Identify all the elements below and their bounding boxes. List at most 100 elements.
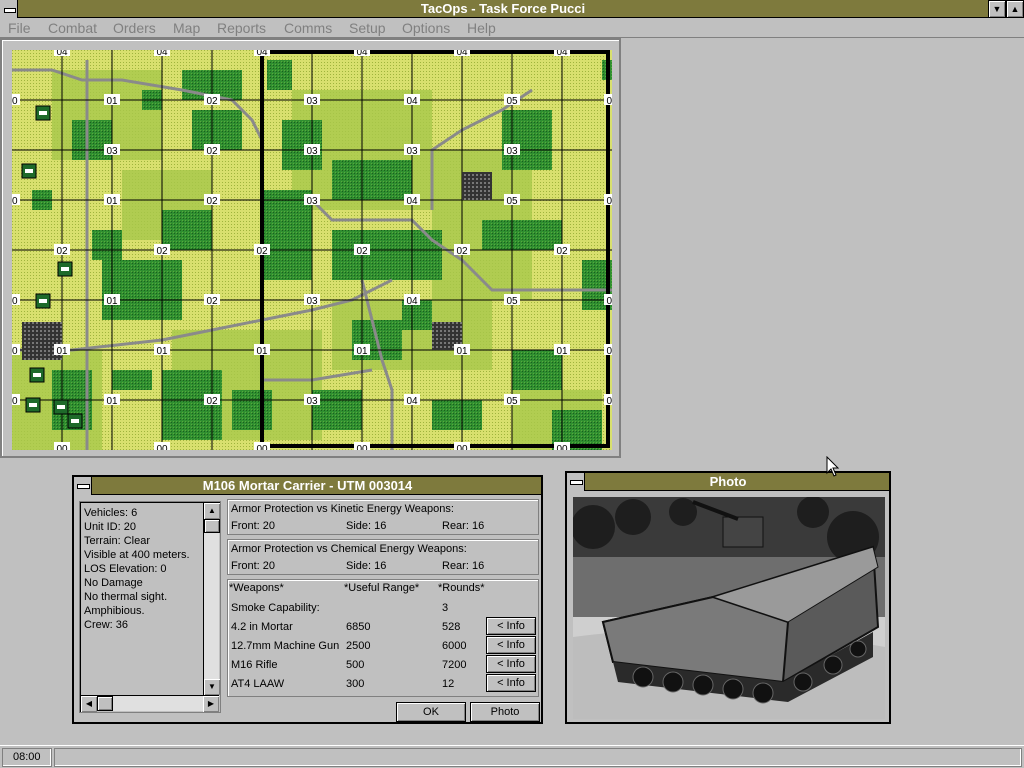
maximize-button[interactable]: ▲ [1006,0,1024,18]
weapon-range: 500 [346,659,365,671]
smoke-rounds: 3 [442,602,449,614]
menu-help[interactable]: Help [467,20,496,36]
game-clock: 08:00 [2,748,52,767]
mouse-cursor-icon [826,456,840,477]
scroll-left-icon[interactable]: ◀ [81,696,97,712]
grid-label: 02 [206,146,218,157]
status-bar: 08:00 [0,745,1024,768]
grid-label-left: 00 [12,396,18,407]
menu-reports[interactable]: Reports [217,20,266,36]
info-line: No Damage [84,577,143,589]
grid-label-left: 00 [12,196,18,207]
grid-label: 04 [406,196,418,207]
window-system-button[interactable] [567,473,585,491]
scroll-right-icon[interactable]: ▶ [203,696,219,712]
grid-label: 04 [406,96,418,107]
grid-label: 02 [206,396,218,407]
grid-label: 03 [406,146,418,157]
scroll-up-icon[interactable]: ▲ [204,503,220,519]
town-1 [462,172,492,200]
weapon-name: 4.2 in Mortar [231,621,293,633]
unit-info-list[interactable]: Vehicles: 6 Unit ID: 20 Terrain: Clear V… [79,501,221,713]
grid-label: 02 [206,96,218,107]
grid-label: 03 [306,146,318,157]
minimize-button[interactable]: ▼ [988,0,1006,18]
kinetic-heading: Armor Protection vs Kinetic Energy Weapo… [231,503,454,515]
menu-orders[interactable]: Orders [113,20,156,36]
info-button-mortar[interactable]: < Info [486,617,536,635]
grid-label-top: 04 [156,50,168,58]
scroll-down-icon[interactable]: ▼ [204,679,220,695]
window-system-button[interactable] [74,477,92,495]
weapon-range: 2500 [346,640,371,652]
grid-label: 03 [306,196,318,207]
weapon-rounds: 528 [442,621,461,633]
hscroll-thumb[interactable] [97,696,113,711]
grid-label: 02 [206,296,218,307]
grid-label: 05 [506,96,518,107]
grid-label: 01 [106,296,118,307]
vertical-scrollbar[interactable]: ▲ ▼ [203,503,220,695]
weapon-range: 6850 [346,621,371,633]
weapon-name: M16 Rifle [231,659,278,671]
horizontal-scrollbar[interactable]: ◀ ▶ [81,695,219,712]
ok-button[interactable]: OK [396,702,466,722]
grid-label-left: 00 [12,96,18,107]
info-line: Vehicles: 6 [84,507,138,519]
grid-label-bottom: 00 [356,444,368,450]
menu-comms[interactable]: Comms [284,20,332,36]
menu-setup[interactable]: Setup [349,20,386,36]
grid-label: 01 [556,346,568,357]
tactical-map[interactable]: 04 04 04 04 04 04 00 00 00 00 00 00 00 00 00 00 00 06 06 06… [12,50,612,450]
grid-label: 05 [506,396,518,407]
app-title: TacOps - Task Force Pucci [420,1,586,16]
kinetic-armor-group: Armor Protection vs Kinetic Energy Weapo… [227,499,539,535]
info-line: Terrain: Clear [84,535,151,547]
menu-combat[interactable]: Combat [48,20,97,36]
grid-label-left: 00 [12,346,18,357]
info-button-laaw[interactable]: < Info [486,674,536,692]
menu-options[interactable]: Options [402,20,450,36]
grid-label: 02 [356,246,368,257]
menu-map[interactable]: Map [173,20,200,36]
grid-label: 04 [406,296,418,307]
grid-label: 01 [56,346,68,357]
weapon-rounds: 12 [442,678,455,690]
scroll-thumb[interactable] [204,519,220,533]
grid-label-top: 04 [556,50,568,58]
grid-label-bottom: 00 [256,444,268,450]
grid-label: 01 [356,346,368,357]
grid-label: 05 [506,296,518,307]
grid-label-bottom: 00 [56,444,68,450]
grid-label: 02 [56,246,68,257]
info-button-rifle[interactable]: < Info [486,655,536,673]
grid-label: 03 [106,146,118,157]
grid-label: 01 [106,196,118,207]
chemical-armor-group: Armor Protection vs Chemical Energy Weap… [227,539,539,575]
map-window: 04 04 04 04 04 04 00 00 00 00 00 00 00 00 00 00 00 06 06 06… [0,38,621,458]
grid-label-top: 04 [56,50,68,58]
info-line: No thermal sight. [84,591,168,603]
weapons-group: *Weapons* *Useful Range* *Rounds* Smoke … [227,579,539,697]
weapon-rounds: 7200 [442,659,467,671]
info-button-machine-gun[interactable]: < Info [486,636,536,654]
weapon-rounds: 6000 [442,640,467,652]
grid-label-bottom: 00 [456,444,468,450]
grid-label-right: 06 [606,96,612,107]
app-title-bar: TacOps - Task Force Pucci ▼ ▲ [0,0,1024,18]
info-line: Crew: 36 [84,619,129,631]
chemical-heading: Armor Protection vs Chemical Energy Weap… [231,543,467,555]
unit-window-title: M106 Mortar Carrier - UTM 003014 [74,477,541,495]
info-line: LOS Elevation: 0 [84,563,167,575]
grid-label-right: 06 [606,296,612,307]
weapon-range: 300 [346,678,365,690]
grid-label: 02 [256,246,268,257]
menu-file[interactable]: File [8,20,31,36]
menu-bar: File Combat Orders Map Reports Comms Set… [0,18,1024,38]
system-menu-button[interactable] [0,0,18,18]
grid-label: 01 [156,346,168,357]
photo-button[interactable]: Photo [470,702,540,722]
kinetic-side: Side: 16 [346,520,387,532]
grid-label-right: 06 [606,196,612,207]
status-message-area [54,748,1022,767]
